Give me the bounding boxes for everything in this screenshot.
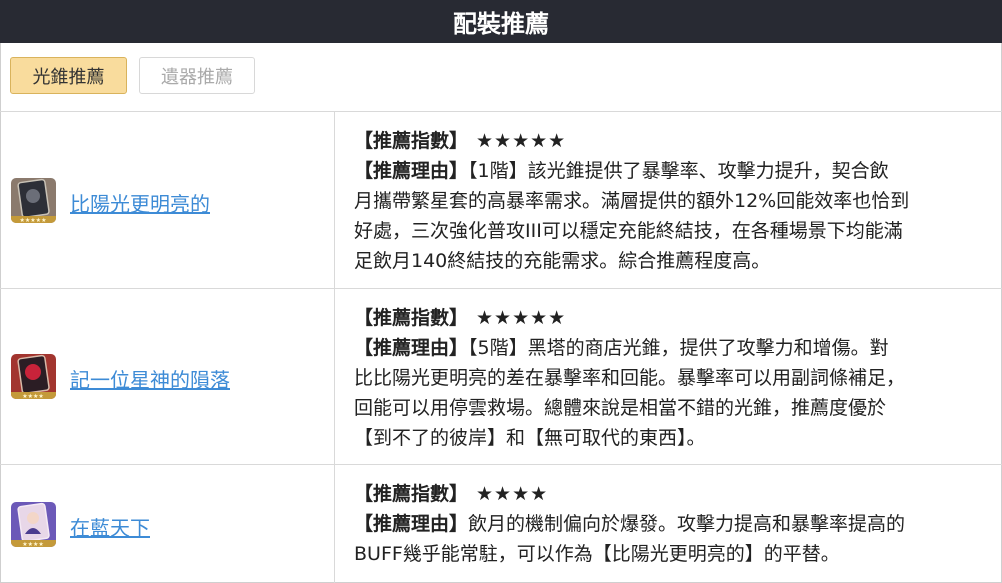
reason-text: 足飲月140終結技的充能需求。綜合推薦程度高。 — [354, 250, 771, 272]
reason-text: 好處，三次強化普攻III可以穩定充能終結技，在各種場景下均能滿 — [354, 220, 903, 242]
reason-text: 【5階】黑塔的商店光錐，提供了攻擊力和增傷。對 — [468, 337, 889, 359]
light-cone-thumbnail[interactable]: ★★★★ — [11, 502, 56, 547]
reason-line: 【推薦理由】【5階】黑塔的商店光錐，提供了攻擊力和增傷。對 — [354, 333, 986, 363]
item-cell: ★★★★★ 比陽光更明亮的 — [0, 112, 335, 288]
reason-line: 【推薦理由】飲月的機制偏向於爆發。攻擊力提高和暴擊率提高的 — [354, 509, 986, 539]
recommendation-table: ★★★★★ 比陽光更明亮的 【推薦指數】 ★★★★★ 【推薦理由】【1階】該光錐提… — [0, 112, 1002, 583]
reason-text: 【到不了的彼岸】和【無可取代的東西】。 — [354, 427, 706, 449]
reason-text: BUFF幾乎能常駐，可以作為【比陽光更明亮的】的平替。 — [354, 543, 840, 565]
table-row: ★★★★ 在藍天下 【推薦指數】 ★★★★ 【推薦理由】飲月的機制偏向於爆發。攻擊… — [0, 465, 1002, 583]
rating-stars: ★★★★ — [476, 483, 549, 505]
detail-cell: 【推薦指數】 ★★★★★ 【推薦理由】【5階】黑塔的商店光錐，提供了攻擊力和增傷。… — [335, 289, 1002, 464]
rating-line: 【推薦指數】 ★★★★ — [354, 479, 986, 509]
reason-line: 【推薦理由】【1階】該光錐提供了暴擊率、攻擊力提升，契合飲 — [354, 156, 986, 186]
rating-stars: ★★★★★ — [476, 307, 567, 329]
item-cell: ★★★★ 記一位星神的隕落 — [0, 289, 335, 464]
tab-light-cone[interactable]: 光錐推薦 — [10, 57, 127, 94]
svg-text:★★★★: ★★★★ — [22, 541, 44, 547]
tab-relics[interactable]: 遺器推薦 — [139, 57, 255, 94]
rating-stars: ★★★★★ — [476, 130, 567, 152]
table-row: ★★★★ 記一位星神的隕落 【推薦指數】 ★★★★★ 【推薦理由】【5階】黑塔的商… — [0, 289, 1002, 465]
reason-label: 【推薦理由】 — [354, 160, 469, 182]
rating-label: 【推薦指數】 — [354, 483, 469, 505]
reason-text: 飲月的機制偏向於爆發。攻擊力提高和暴擊率提高的 — [468, 513, 906, 535]
detail-cell: 【推薦指數】 ★★★★ 【推薦理由】飲月的機制偏向於爆發。攻擊力提高和暴擊率提高的… — [335, 465, 1002, 583]
item-cell: ★★★★ 在藍天下 — [0, 465, 335, 583]
page-title-bar: 配裝推薦 — [0, 0, 1002, 43]
svg-text:★★★★: ★★★★ — [22, 393, 44, 399]
table-row: ★★★★★ 比陽光更明亮的 【推薦指數】 ★★★★★ 【推薦理由】【1階】該光錐提… — [0, 112, 1002, 289]
svg-text:★★★★★: ★★★★★ — [20, 217, 47, 223]
light-cone-name-link[interactable]: 在藍天下 — [70, 512, 150, 541]
rating-label: 【推薦指數】 — [354, 130, 469, 152]
reason-text: 比比陽光更明亮的差在暴擊率和回能。暴擊率可以用副詞條補足， — [354, 367, 906, 389]
reason-label: 【推薦理由】 — [354, 513, 469, 535]
light-cone-name-link[interactable]: 記一位星神的隕落 — [70, 364, 230, 393]
light-cone-thumbnail[interactable]: ★★★★ — [11, 354, 56, 399]
tab-bar: 光錐推薦 遺器推薦 — [0, 43, 1002, 112]
reason-text: 月攜帶繁星套的高暴率需求。滿層提供的額外12%回能效率也恰到 — [354, 190, 910, 212]
reason-text: 【1階】該光錐提供了暴擊率、攻擊力提升，契合飲 — [468, 160, 889, 182]
page-title: 配裝推薦 — [453, 10, 549, 38]
rating-line: 【推薦指數】 ★★★★★ — [354, 303, 986, 333]
reason-label: 【推薦理由】 — [354, 337, 469, 359]
detail-cell: 【推薦指數】 ★★★★★ 【推薦理由】【1階】該光錐提供了暴擊率、攻擊力提升，契合… — [335, 112, 1002, 288]
rating-label: 【推薦指數】 — [354, 307, 469, 329]
light-cone-thumbnail[interactable]: ★★★★★ — [11, 178, 56, 223]
light-cone-name-link[interactable]: 比陽光更明亮的 — [70, 188, 210, 217]
reason-text: 回能可以用停雲救場。總體來說是相當不錯的光錐，推薦度優於 — [354, 397, 887, 419]
rating-line: 【推薦指數】 ★★★★★ — [354, 126, 986, 156]
